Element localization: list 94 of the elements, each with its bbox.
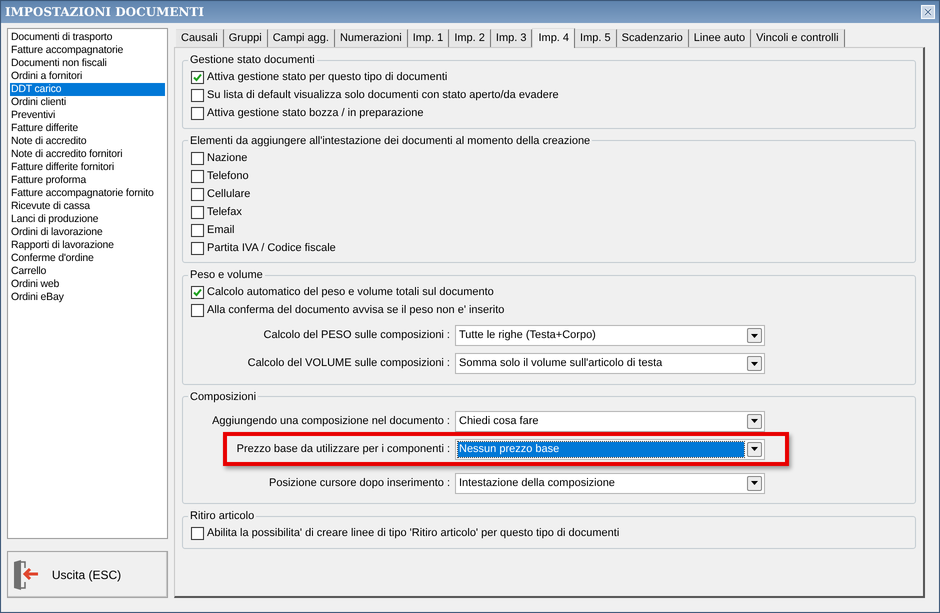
list-item[interactable]: Ricevute di cassa [10,200,165,213]
checkbox[interactable] [191,71,204,84]
list-item[interactable]: Ordini eBay [10,291,165,304]
group-title: Elementi da aggiungere all'intestazione dei documenti al momento della creazione [189,134,592,148]
checkbox[interactable] [191,152,204,164]
checkbox[interactable] [191,527,204,540]
dropdown[interactable]: Somma solo il volume sull'articolo di testa [455,353,765,374]
caret-icon [751,362,758,366]
list-item[interactable]: DDT carico [10,83,165,96]
checkbox-label: Su lista di default visualizza solo documenti con stato aperto/da evadere [207,88,559,104]
list-item[interactable]: Ordini clienti [10,96,165,109]
list-item[interactable]: Fatture accompagnatorie [10,44,165,57]
checkbox-label: Telefono [207,168,249,184]
tab[interactable]: Gruppi [224,29,268,47]
checkbox[interactable] [191,304,204,317]
caret-icon [751,334,758,338]
checkbox[interactable] [191,188,204,200]
list-item[interactable]: Documenti di trasporto [10,31,165,44]
dropdown-arrow-button[interactable] [747,442,762,456]
checkbox[interactable] [191,206,204,218]
tab[interactable]: Imp. 2 [449,29,491,47]
check-icon [193,73,202,82]
list-item[interactable]: Ordini a fornitori [10,70,165,83]
list-item[interactable]: Lanci di produzione [10,213,165,226]
tab[interactable]: Imp. 3 [490,29,532,47]
checkbox-label: Email [207,222,235,238]
checkbox-label: Alla conferma del documento avvisa se il peso non e' inserito [207,303,504,318]
tab[interactable]: Linee auto [688,29,752,47]
group-title: Peso e volume [189,268,264,283]
close-button[interactable] [921,5,935,19]
checkbox-label: Attiva gestione stato per questo tipo di documenti [207,70,448,86]
dropdown-value: Somma solo il volume sull'articolo di testa [458,356,664,371]
dropdown[interactable]: Intestazione della composizione [455,472,765,494]
check-icon [193,288,202,297]
checkbox-label: Calcolo automatico del peso e volume totali sul documento [207,285,494,300]
field-label: Aggiungendo una composizione nel documento : [211,414,451,429]
dropdown-value: Intestazione della composizione [458,476,616,490]
list-item[interactable]: Rapporti di lavorazione [10,239,165,252]
list-item[interactable]: Note di accredito fornitori [10,148,165,161]
tab[interactable]: Vincoli e controlli [751,29,845,47]
list-item[interactable]: Fatture differite [10,122,165,135]
dropdown[interactable]: Chiedi cosa fare [455,410,765,432]
list-item[interactable]: Ordini di lavorazione [10,226,165,239]
list-item[interactable]: Preventivi [10,109,165,122]
list-item[interactable]: Conferme d'ordine [10,252,165,265]
tab[interactable]: Imp. 1 [408,29,450,47]
tab[interactable]: Scadenzario [616,29,689,47]
list-item[interactable]: Note di accredito [10,135,165,148]
list-item[interactable]: Carrello [10,265,165,278]
checkbox[interactable] [191,89,204,102]
exit-door-icon [11,560,39,590]
checkbox-label: Partita IVA / Codice fiscale [207,240,336,256]
tab[interactable]: Imp. 5 [575,29,617,47]
dropdown-arrow-button[interactable] [747,476,762,490]
list-item[interactable]: Ordini web [10,278,165,291]
dropdown-arrow-button[interactable] [747,356,762,371]
dropdown-value: Chiedi cosa fare [458,414,540,428]
group-title: Gestione stato documenti [189,53,316,68]
checkbox-label: Attiva gestione stato bozza / in preparazione [207,106,424,122]
checkbox-label: Nazione [207,150,248,166]
caret-icon [751,419,758,423]
list-item[interactable]: Fatture differite fornitori [10,161,165,174]
group-title: Composizioni [189,390,258,404]
list-item[interactable]: Fatture proforma [10,174,165,187]
caret-icon [751,481,758,485]
tab[interactable]: Causali [176,29,224,47]
caret-icon [751,447,758,451]
checkbox-label: Abilita la possibilita' di creare linee di tipo 'Ritiro articolo' per questo tipo di documenti [207,526,620,542]
dropdown-value: Nessun prezzo base [458,442,744,456]
field-label: Calcolo del VOLUME sulle composizioni : [246,356,451,372]
close-icon [924,8,932,16]
exit-button[interactable]: Uscita (ESC) [7,551,168,598]
field-label: Posizione cursore dopo inserimento : [268,476,451,491]
checkbox-label: Telefax [207,204,242,220]
checkbox[interactable] [191,170,204,182]
dropdown[interactable]: Tutte le righe (Testa+Corpo) [455,325,765,346]
checkbox[interactable] [191,242,204,254]
checkbox-label: Cellulare [207,186,250,202]
group-title: Ritiro articolo [189,509,256,524]
dropdown[interactable]: Nessun prezzo base [455,438,765,460]
tab[interactable]: Numerazioni [334,29,408,47]
tab[interactable]: Campi agg. [268,29,335,47]
field-label: Calcolo del PESO sulle composizioni : [262,328,451,344]
dropdown-arrow-button[interactable] [747,414,762,428]
checkbox[interactable] [191,286,204,299]
list-item[interactable]: Fatture accompagnatorie fornito [10,187,165,200]
list-item[interactable]: Documenti non fiscali [10,57,165,70]
dropdown-arrow-button[interactable] [747,328,762,343]
window-title: IMPOSTAZIONI DOCUMENTI [5,4,204,21]
field-label: Prezzo base da utilizzare per i componenti : [236,442,451,457]
tab[interactable]: Imp. 4 [532,28,576,48]
checkbox[interactable] [191,224,204,236]
checkbox[interactable] [191,107,204,120]
dropdown-value: Tutte le righe (Testa+Corpo) [458,328,597,343]
